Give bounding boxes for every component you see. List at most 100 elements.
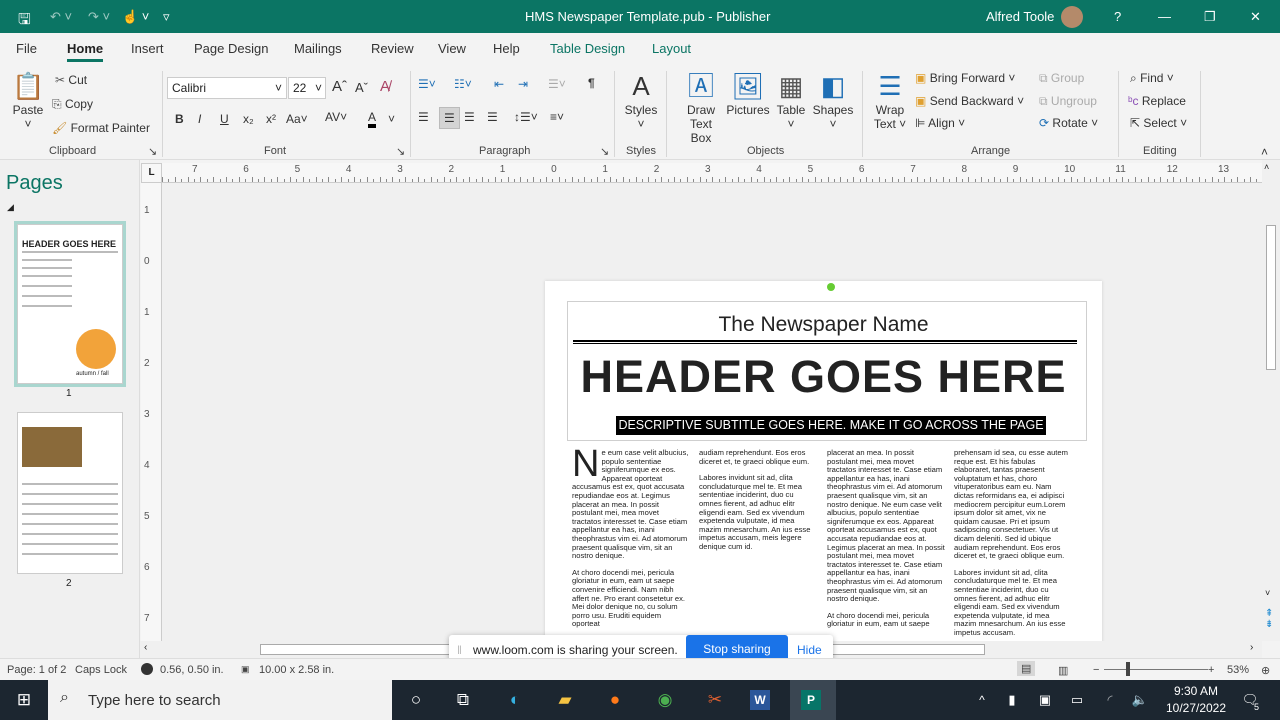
collapse-icon[interactable]: ◢ bbox=[7, 202, 14, 213]
font-name-select[interactable]: Calibri ˅ bbox=[167, 77, 287, 99]
show-hidden-icons[interactable]: ^ bbox=[970, 688, 994, 712]
align-button[interactable]: ⊫ Align ˅ bbox=[915, 116, 965, 130]
redo-icon[interactable]: ↷ ˅ bbox=[88, 9, 110, 25]
clock-time[interactable]: 9:30 AM bbox=[1168, 684, 1224, 698]
horizontal-ruler[interactable]: 7 6 5 4 3 2 1 0 1 2 3 4 5 6 7 8 9 10 11 12 13 bbox=[162, 163, 1262, 183]
decrease-indent-icon[interactable]: ⇤ bbox=[494, 77, 504, 91]
vertical-scrollbar[interactable]: ˄ ˅ ⇞ ⇟ bbox=[1262, 160, 1280, 641]
page-thumbnail-2[interactable] bbox=[17, 412, 123, 574]
windows-start-icon[interactable]: ⊞ bbox=[12, 688, 36, 712]
drag-handle-icon[interactable]: ‖ bbox=[457, 643, 462, 657]
shrink-font-icon[interactable]: Aˇ bbox=[355, 80, 368, 95]
snipping-tool-icon[interactable]: ✂ bbox=[703, 688, 727, 712]
tab-mailings[interactable]: Mailings bbox=[294, 41, 342, 56]
styles-button[interactable]: A Styles ˅ bbox=[622, 69, 660, 131]
taskbar-search[interactable]: ⌕ Type here to search bbox=[48, 680, 392, 720]
numbering-icon[interactable]: ☷˅ bbox=[454, 77, 472, 91]
hide-button[interactable]: Hide bbox=[797, 643, 822, 657]
subtitle[interactable]: DESCRIPTIVE SUBTITLE GOES HERE. MAKE IT … bbox=[616, 416, 1046, 435]
file-explorer-icon[interactable]: ▰ bbox=[553, 688, 577, 712]
tab-layout[interactable]: Layout bbox=[652, 41, 691, 56]
user-name[interactable]: Alfred Toole bbox=[986, 9, 1054, 24]
publisher-icon[interactable]: P bbox=[801, 690, 821, 710]
page-thumbnail-1[interactable]: HEADER GOES HERE autumn / fall bbox=[14, 221, 126, 387]
tab-review[interactable]: Review bbox=[371, 41, 414, 56]
select-button[interactable]: ⇱ Select ˅ bbox=[1130, 116, 1187, 130]
tab-page-design[interactable]: Page Design bbox=[194, 41, 268, 56]
usb-icon[interactable]: ▮ bbox=[1000, 688, 1024, 712]
columns-icon[interactable]: ☰˅ bbox=[548, 77, 566, 91]
zoom-out-button[interactable]: − bbox=[1093, 664, 1099, 676]
copy-button[interactable]: ⎘ Copy bbox=[52, 97, 93, 112]
edge-icon[interactable]: ◐ bbox=[503, 688, 527, 712]
bullets-icon[interactable]: ☰˅ bbox=[418, 77, 436, 91]
article-column-3[interactable]: placerat an mea. In possit postulant mei… bbox=[827, 448, 945, 637]
shapes-button[interactable]: ◧ Shapes ˅ bbox=[812, 69, 854, 131]
paragraph-spacing-icon[interactable]: ≡˅ bbox=[550, 110, 564, 124]
avatar[interactable] bbox=[1061, 6, 1083, 28]
tab-help[interactable]: Help bbox=[493, 41, 520, 56]
wrap-text-button[interactable]: ☰ Wrap Text ˅ bbox=[870, 69, 910, 131]
change-case-icon[interactable]: Aa˅ bbox=[286, 112, 308, 126]
underline-icon[interactable]: U bbox=[220, 112, 229, 126]
vertical-scroll-thumb[interactable] bbox=[1266, 225, 1276, 370]
document-canvas[interactable]: The Newspaper Name HEADER GOES HERE DESC… bbox=[162, 183, 1262, 641]
send-backward-button[interactable]: ▣ Send Backward ˅ bbox=[915, 94, 1024, 108]
replace-button[interactable]: ᵇc Replace bbox=[1128, 94, 1186, 108]
meet-now-icon[interactable]: ▣ bbox=[1033, 688, 1057, 712]
bring-forward-button[interactable]: ▣ Bring Forward ˅ bbox=[915, 71, 1015, 85]
vertical-ruler[interactable]: 1 0 1 2 3 4 5 6 7 bbox=[141, 183, 162, 641]
customize-qat-icon[interactable]: ▿ bbox=[163, 9, 170, 25]
battery-icon[interactable]: ▭ bbox=[1065, 688, 1089, 712]
pilcrow-icon[interactable]: ¶ bbox=[588, 76, 595, 90]
tab-insert[interactable]: Insert bbox=[131, 41, 164, 56]
dialog-launcher-icon[interactable]: ↘ bbox=[148, 145, 157, 158]
help-button[interactable]: ? bbox=[1114, 9, 1121, 24]
minimize-button[interactable]: — bbox=[1158, 9, 1171, 24]
superscript-icon[interactable]: x² bbox=[266, 112, 276, 126]
page-up-down-icon[interactable]: ⇞ ⇟ bbox=[1265, 608, 1273, 630]
bold-icon[interactable]: B bbox=[175, 112, 184, 126]
rotate-button[interactable]: ⟳ Rotate ˅ bbox=[1039, 116, 1098, 130]
font-size-select[interactable]: 22 ˅ bbox=[288, 77, 326, 99]
article-column-1[interactable]: N e eum case velit albucius, populo sent… bbox=[572, 445, 690, 637]
tab-selector[interactable]: L bbox=[141, 163, 162, 183]
undo-icon[interactable]: ↶ ˅ bbox=[50, 9, 72, 25]
close-button[interactable]: ✕ bbox=[1250, 9, 1261, 25]
newspaper-name[interactable]: The Newspaper Name bbox=[545, 313, 1102, 337]
firefox-icon[interactable]: ● bbox=[603, 688, 627, 712]
font-color-icon[interactable]: A bbox=[368, 110, 377, 128]
draw-text-box-button[interactable]: 🄰 Draw Text Box bbox=[678, 69, 724, 145]
tab-file[interactable]: File bbox=[16, 41, 37, 56]
table-button[interactable]: ▦ Table ˅ bbox=[774, 69, 808, 131]
grow-font-icon[interactable]: Aˆ bbox=[332, 78, 347, 95]
tab-table-design[interactable]: Table Design bbox=[550, 41, 625, 56]
task-view-icon[interactable]: ⧉ bbox=[451, 688, 475, 712]
group-button[interactable]: ⧉ Group bbox=[1039, 71, 1084, 86]
zoom-level[interactable]: 53% bbox=[1227, 664, 1249, 676]
headline[interactable]: HEADER GOES HERE bbox=[545, 351, 1102, 403]
dialog-launcher-icon[interactable]: ↘ bbox=[600, 145, 609, 158]
italic-icon[interactable]: I bbox=[198, 112, 201, 126]
tab-view[interactable]: View bbox=[438, 41, 466, 56]
zoom-slider-thumb[interactable] bbox=[1126, 662, 1130, 676]
clear-formatting-icon[interactable]: A̸ bbox=[380, 78, 390, 95]
paste-button[interactable]: 📋 Paste ˅ bbox=[12, 69, 44, 131]
align-center-icon[interactable]: ☰ bbox=[439, 107, 460, 129]
justify-icon[interactable]: ☰ bbox=[487, 110, 498, 124]
zoom-in-button[interactable]: + bbox=[1208, 664, 1214, 676]
increase-indent-icon[interactable]: ⇥ bbox=[518, 77, 528, 91]
wifi-icon[interactable]: ◜ bbox=[1098, 688, 1122, 712]
restore-button[interactable]: ❐ bbox=[1204, 9, 1216, 25]
two-page-view-icon[interactable]: ▥ bbox=[1058, 664, 1068, 677]
article-column-2[interactable]: audiam reprehendunt. Eos eros diceret et… bbox=[699, 448, 817, 560]
character-spacing-icon[interactable]: AV˅ bbox=[325, 110, 347, 124]
save-icon[interactable]: 🖫 bbox=[18, 9, 31, 34]
touch-mode-icon[interactable]: ☝ ˅ bbox=[122, 9, 149, 25]
word-icon[interactable]: W bbox=[750, 690, 770, 710]
fit-page-icon[interactable]: ⊕ bbox=[1261, 664, 1270, 677]
find-button[interactable]: ⌕ Find ˅ bbox=[1130, 71, 1174, 86]
zoom-slider[interactable] bbox=[1104, 669, 1208, 670]
rotate-handle[interactable] bbox=[827, 283, 835, 291]
dialog-launcher-icon[interactable]: ↘ bbox=[396, 145, 405, 158]
